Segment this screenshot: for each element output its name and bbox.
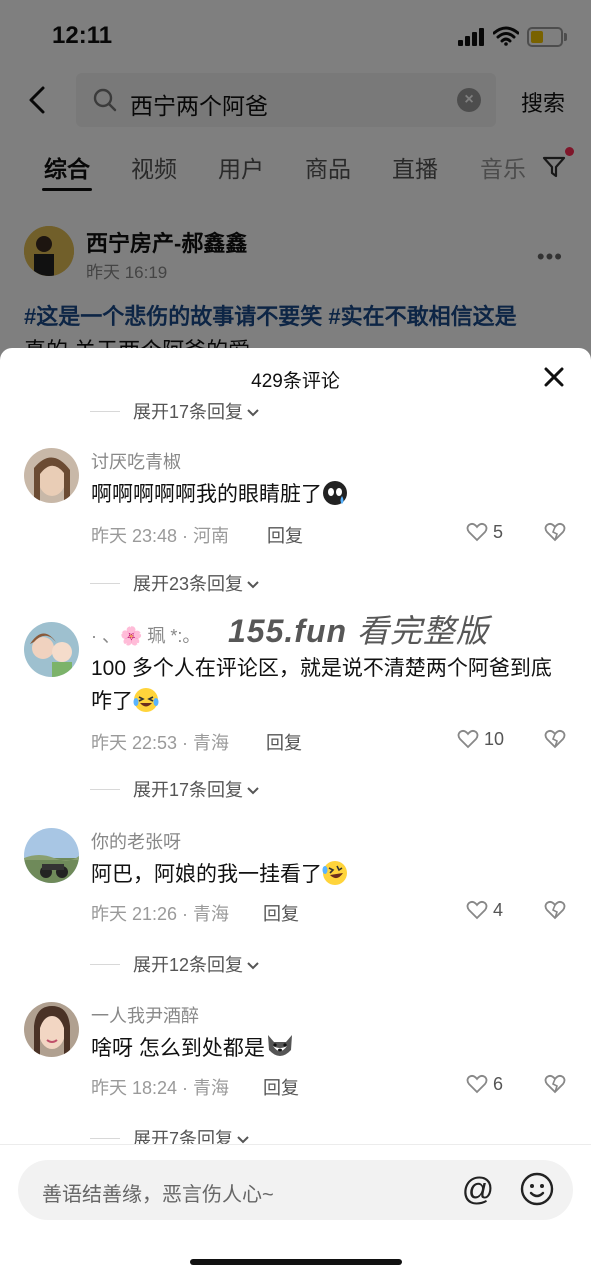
comment-input-bar: 善语结善缘，恶言伤人心~ @: [0, 1144, 591, 1280]
home-indicator[interactable]: [190, 1259, 402, 1265]
chevron-down-icon: [247, 787, 259, 795]
comment-input[interactable]: 善语结善缘，恶言伤人心~ @: [18, 1160, 573, 1220]
heart-icon: [466, 1074, 488, 1094]
broken-heart-icon[interactable]: [544, 1073, 566, 1095]
watermark-text: 看完整版: [356, 613, 489, 649]
comment-time-location: 昨天 22:53 · 青海: [91, 733, 230, 753]
commenter-avatar[interactable]: [24, 1002, 79, 1057]
comment-time-location: 昨天 23:48 · 河南: [91, 526, 230, 546]
broken-heart-icon[interactable]: [544, 521, 566, 543]
sheet-header: 429条评论: [0, 348, 591, 404]
reply-button[interactable]: 回复: [267, 522, 303, 548]
expand-label: 展开17条回复: [133, 402, 244, 422]
watermark-brand: 155.fun: [228, 613, 348, 649]
expand-label: 展开12条回复: [133, 955, 244, 975]
comment-input-placeholder: 善语结善缘，恶言伤人心~: [42, 1184, 274, 1206]
broken-heart-icon[interactable]: [544, 728, 566, 750]
heart-icon: [466, 900, 488, 920]
heart-icon: [457, 729, 479, 749]
comment-text: 啊啊啊啊啊我的眼睛脏了: [91, 478, 571, 511]
comment-time-location: 昨天 21:26 · 青海: [91, 904, 230, 924]
comment-text: 啥呀 怎么到处都是: [91, 1032, 571, 1065]
chevron-down-icon: [247, 962, 259, 970]
comment-text: 100 多个人在评论区，就是说不清楚两个阿爸到底咋了: [91, 657, 552, 713]
comment-count-title: 429条评论: [251, 371, 340, 392]
chevron-down-icon: [247, 581, 259, 589]
commenter-avatar[interactable]: [24, 828, 79, 883]
comment-time-location: 昨天 18:24 · 青海: [91, 1078, 230, 1098]
close-icon[interactable]: [543, 366, 565, 388]
watermark: 155.fun 看完整版: [228, 606, 489, 652]
chevron-down-icon: [247, 409, 259, 417]
commenter-name[interactable]: 你的老张呀: [91, 828, 181, 854]
reply-button[interactable]: 回复: [266, 729, 302, 755]
mention-at-icon[interactable]: @: [461, 1172, 495, 1206]
rolling-laughing-emoji-icon: [322, 861, 347, 885]
commenter-name[interactable]: 讨厌吃青椒: [91, 448, 181, 474]
expand-label: 展开17条回复: [133, 780, 244, 800]
broken-heart-icon[interactable]: [544, 899, 566, 921]
expand-label: 展开23条回复: [133, 574, 244, 594]
like-count: 4: [493, 900, 504, 920]
husky-dog-emoji-icon: [267, 1035, 292, 1056]
commenter-name[interactable]: 一人我尹酒醉: [91, 1002, 199, 1028]
reply-button[interactable]: 回复: [263, 900, 299, 926]
comment-sheet: 429条评论 展开17条回复 讨厌吃青椒 啊啊啊啊啊我的眼睛脏了 昨天 23:4…: [0, 348, 591, 1280]
laughing-crying-emoji-icon: [133, 688, 159, 712]
like-count: 5: [493, 522, 504, 542]
like-count: 6: [493, 1074, 504, 1094]
commenter-name[interactable]: · 、🌸 珮 *:。: [91, 622, 200, 648]
commenter-avatar[interactable]: [24, 448, 79, 503]
commenter-avatar[interactable]: [24, 622, 79, 677]
reply-button[interactable]: 回复: [263, 1074, 299, 1100]
emoji-picker-icon[interactable]: [520, 1172, 554, 1206]
comment-text: 阿巴，阿娘的我一挂看了: [91, 858, 571, 891]
emoji-icon: [323, 481, 347, 505]
heart-icon: [466, 522, 488, 542]
like-count: 10: [484, 729, 505, 749]
